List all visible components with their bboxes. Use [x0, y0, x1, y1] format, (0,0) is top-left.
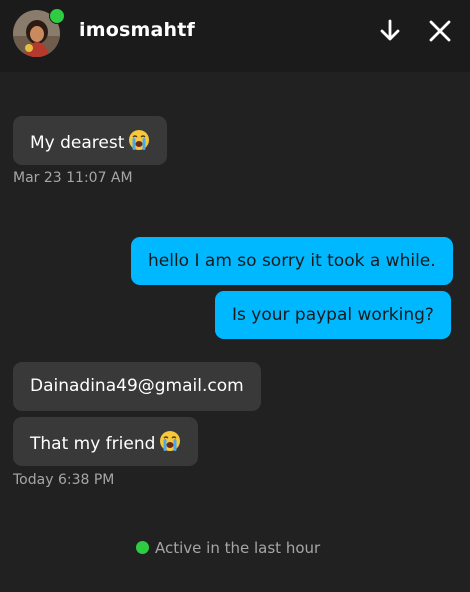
message-bubble-incoming[interactable]: Dainadina49@gmail.com — [13, 362, 261, 411]
username[interactable]: imosmahtf — [79, 19, 195, 41]
timestamp: Today 6:38 PM — [13, 472, 115, 488]
arrow-down-icon — [380, 19, 400, 41]
message-text: That my friend — [30, 434, 156, 454]
timestamp: Mar 23 11:07 AM — [13, 170, 133, 186]
chat-window: imosmahtf My dearest Mar 23 11:07 AM hel… — [0, 0, 470, 592]
close-icon — [429, 20, 451, 42]
message-bubble-incoming[interactable]: My dearest — [13, 116, 168, 165]
loudly-crying-face-emoji — [159, 430, 181, 458]
message-bubble-incoming[interactable]: That my friend — [13, 417, 199, 466]
scroll-down-button[interactable] — [377, 18, 403, 44]
message-text: Dainadina49@gmail.com — [30, 376, 244, 396]
chat-header: imosmahtf — [0, 0, 470, 72]
loudly-crying-face-emoji — [128, 129, 150, 157]
message-bubble-outgoing[interactable]: hello I am so sorry it took a while. — [131, 237, 453, 285]
active-status-text: Active in the last hour — [155, 539, 321, 557]
online-status-dot — [136, 541, 149, 554]
active-status: Active in the last hour — [136, 539, 320, 557]
message-text: hello I am so sorry it took a while. — [148, 251, 436, 271]
online-indicator — [49, 8, 65, 24]
message-text: Is your paypal working? — [232, 305, 434, 325]
message-bubble-outgoing[interactable]: Is your paypal working? — [215, 291, 451, 339]
message-text: My dearest — [30, 133, 125, 153]
close-button[interactable] — [427, 18, 453, 44]
